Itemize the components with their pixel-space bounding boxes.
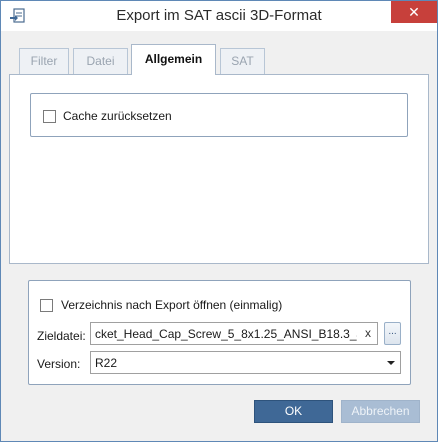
version-label: Version: xyxy=(37,357,81,371)
version-select[interactable]: R22 xyxy=(90,351,401,374)
browse-button[interactable]: ... xyxy=(384,322,401,345)
cache-group: Cache zurücksetzen xyxy=(30,93,408,137)
open-folder-checkbox[interactable] xyxy=(40,299,53,312)
close-icon: ✕ xyxy=(408,4,420,20)
export-document-icon xyxy=(9,7,27,25)
chevron-down-icon xyxy=(382,352,400,373)
target-file-label: Zieldatei: xyxy=(37,329,86,343)
tab-datei[interactable]: Datei xyxy=(73,48,128,74)
tab-panel-allgemein: Cache zurücksetzen xyxy=(9,74,429,264)
cache-reset-label: Cache zurücksetzen xyxy=(63,109,172,123)
target-file-field[interactable]: cket_Head_Cap_Screw_5_8x1.25_ANSI_B18.3_… xyxy=(90,322,378,345)
version-value: R22 xyxy=(95,356,118,370)
title-bar: Export im SAT ascii 3D-Format ✕ xyxy=(1,1,437,31)
browse-dots-icon: ... xyxy=(388,326,397,337)
tab-filter[interactable]: Filter xyxy=(19,48,69,74)
ok-button[interactable]: OK xyxy=(254,400,333,423)
cancel-button[interactable]: Abbrechen xyxy=(341,400,420,423)
window-title: Export im SAT ascii 3D-Format xyxy=(116,7,322,24)
tab-sat[interactable]: SAT xyxy=(220,48,265,74)
cache-reset-checkbox[interactable] xyxy=(43,110,56,123)
export-dialog-window: Export im SAT ascii 3D-Format ✕ Filter D… xyxy=(0,0,438,442)
clear-icon[interactable]: x xyxy=(365,326,371,340)
close-window-button[interactable]: ✕ xyxy=(391,1,437,23)
export-options-group: Verzeichnis nach Export öffnen (einmalig… xyxy=(28,280,411,385)
target-file-value: cket_Head_Cap_Screw_5_8x1.25_ANSI_B18.3_… xyxy=(95,327,357,341)
tab-allgemein[interactable]: Allgemein xyxy=(131,44,216,75)
open-folder-label: Verzeichnis nach Export öffnen (einmalig… xyxy=(61,298,283,312)
tab-container: Filter Datei Allgemein SAT Cache zurücks… xyxy=(9,41,429,264)
